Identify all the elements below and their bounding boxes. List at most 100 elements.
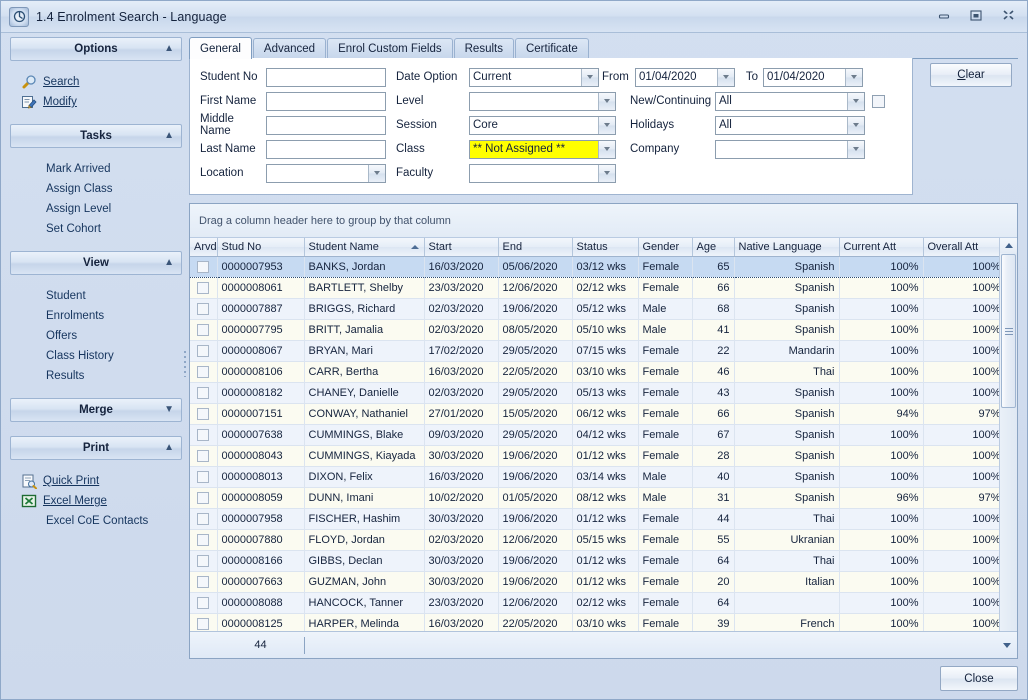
sidebar-item-student[interactable]: Student <box>10 286 182 306</box>
table-row[interactable]: 0000008067BRYAN, Mari17/02/202029/05/202… <box>190 341 1017 362</box>
chevron-down-icon[interactable] <box>598 117 615 134</box>
sidebar-item-modify[interactable]: Modify <box>10 92 182 112</box>
sidebar-item-assign-level[interactable]: Assign Level <box>10 199 182 219</box>
sidebar-item-class-history[interactable]: Class History <box>10 346 182 366</box>
cell-arvd[interactable] <box>190 530 217 551</box>
table-row[interactable]: 0000007663GUZMAN, John30/03/202019/06/20… <box>190 572 1017 593</box>
tab-enrol-custom-fields[interactable]: Enrol Custom Fields <box>327 38 453 59</box>
close-dialog-button[interactable]: Close <box>940 666 1018 691</box>
chevron-down-icon[interactable] <box>368 165 385 182</box>
table-row[interactable]: 0000008088HANCOCK, Tanner23/03/202012/06… <box>190 593 1017 614</box>
column-header-student-name[interactable]: Student Name <box>304 238 424 257</box>
session-combo[interactable]: Core <box>469 116 616 135</box>
class-combo[interactable]: ** Not Assigned ** <box>469 140 616 159</box>
tab-general[interactable]: General <box>189 37 252 59</box>
checkbox-icon[interactable] <box>197 597 209 609</box>
chevron-down-icon[interactable] <box>845 69 862 86</box>
tab-certificate[interactable]: Certificate <box>515 38 589 59</box>
table-row[interactable]: 0000008106CARR, Bertha16/03/202022/05/20… <box>190 362 1017 383</box>
level-combo[interactable] <box>469 92 616 111</box>
cell-arvd[interactable] <box>190 320 217 341</box>
checkbox-icon[interactable] <box>197 555 209 567</box>
cell-arvd[interactable] <box>190 278 217 299</box>
cell-arvd[interactable] <box>190 383 217 404</box>
to-date-combo[interactable]: 01/04/2020 <box>763 68 863 87</box>
sidebar-item-results[interactable]: Results <box>10 366 182 386</box>
scroll-up-button[interactable] <box>1000 238 1017 253</box>
clear-button[interactable]: Clear <box>930 63 1012 87</box>
cell-arvd[interactable] <box>190 299 217 320</box>
cell-arvd[interactable] <box>190 446 217 467</box>
column-header-stud-no[interactable]: Stud No <box>217 238 304 257</box>
cell-arvd[interactable] <box>190 614 217 632</box>
tab-advanced[interactable]: Advanced <box>253 38 326 59</box>
sidebar-panel-merge-header[interactable]: Merge ▼ <box>10 398 182 422</box>
cell-arvd[interactable] <box>190 257 217 278</box>
sidebar-item-mark-arrived[interactable]: Mark Arrived <box>10 159 182 179</box>
holidays-combo[interactable]: All <box>715 116 865 135</box>
date-option-combo[interactable]: Current <box>469 68 599 87</box>
chevron-down-icon[interactable] <box>717 69 734 86</box>
new-continuing-checkbox[interactable] <box>872 95 885 108</box>
first-name-input[interactable] <box>266 92 386 111</box>
grid-vertical-scrollbar[interactable] <box>999 238 1017 631</box>
checkbox-icon[interactable] <box>197 261 209 273</box>
location-combo[interactable] <box>266 164 386 183</box>
cell-arvd[interactable] <box>190 509 217 530</box>
chevron-down-icon[interactable] <box>847 93 864 110</box>
sidebar-item-quick-print[interactable]: Quick Print <box>10 471 182 491</box>
table-row[interactable]: 0000008125HARPER, Melinda16/03/202022/05… <box>190 614 1017 632</box>
table-row[interactable]: 0000007887BRIGGS, Richard02/03/202019/06… <box>190 299 1017 320</box>
checkbox-icon[interactable] <box>197 303 209 315</box>
checkbox-icon[interactable] <box>197 387 209 399</box>
cell-arvd[interactable] <box>190 593 217 614</box>
chevron-down-icon[interactable] <box>598 165 615 182</box>
checkbox-icon[interactable] <box>197 513 209 525</box>
cell-arvd[interactable] <box>190 425 217 446</box>
sidebar-panel-view-header[interactable]: View ▲ <box>10 251 182 275</box>
cell-arvd[interactable] <box>190 404 217 425</box>
cell-arvd[interactable] <box>190 572 217 593</box>
checkbox-icon[interactable] <box>197 534 209 546</box>
sidebar-splitter[interactable] <box>182 37 188 691</box>
scrollbar-thumb[interactable] <box>1001 254 1016 408</box>
cell-arvd[interactable] <box>190 551 217 572</box>
student-no-input[interactable] <box>266 68 386 87</box>
faculty-combo[interactable] <box>469 164 616 183</box>
table-row[interactable]: 0000008166GIBBS, Declan30/03/202019/06/2… <box>190 551 1017 572</box>
table-row[interactable]: 0000008059DUNN, Imani10/02/202001/05/202… <box>190 488 1017 509</box>
checkbox-icon[interactable] <box>197 345 209 357</box>
sidebar-item-assign-class[interactable]: Assign Class <box>10 179 182 199</box>
sidebar-item-offers[interactable]: Offers <box>10 326 182 346</box>
checkbox-icon[interactable] <box>197 282 209 294</box>
sidebar-panel-options-header[interactable]: Options ▲ <box>10 37 182 61</box>
from-date-combo[interactable]: 01/04/2020 <box>635 68 735 87</box>
cell-arvd[interactable] <box>190 467 217 488</box>
checkbox-icon[interactable] <box>197 576 209 588</box>
table-row[interactable]: 0000008043CUMMINGS, Kiayada30/03/202019/… <box>190 446 1017 467</box>
chevron-down-icon[interactable] <box>581 69 598 86</box>
sidebar-item-set-cohort[interactable]: Set Cohort <box>10 219 182 239</box>
column-header-native-language[interactable]: Native Language <box>734 238 839 257</box>
last-name-input[interactable] <box>266 140 386 159</box>
table-row[interactable]: 0000007638CUMMINGS, Blake09/03/202029/05… <box>190 425 1017 446</box>
column-header-arvd[interactable]: Arvd <box>190 238 217 257</box>
cell-arvd[interactable] <box>190 341 217 362</box>
table-row[interactable]: 0000007795BRITT, Jamalia02/03/202008/05/… <box>190 320 1017 341</box>
sidebar-item-excel-merge[interactable]: Excel Merge <box>10 491 182 511</box>
column-header-overall-att[interactable]: Overall Att <box>923 238 1005 257</box>
minimize-button[interactable] <box>929 4 959 26</box>
checkbox-icon[interactable] <box>197 450 209 462</box>
chevron-down-icon[interactable] <box>598 141 615 158</box>
table-row[interactable]: 0000008061BARTLETT, Shelby23/03/202012/0… <box>190 278 1017 299</box>
column-header-age[interactable]: Age <box>692 238 734 257</box>
group-by-bar[interactable]: Drag a column header here to group by th… <box>190 204 1017 238</box>
chevron-down-icon[interactable] <box>847 117 864 134</box>
close-button[interactable] <box>993 4 1023 26</box>
middle-name-input[interactable] <box>266 116 386 135</box>
footer-scroll-down-button[interactable] <box>997 632 1017 658</box>
sidebar-item-excel-coe-contacts[interactable]: Excel CoE Contacts <box>10 511 182 531</box>
checkbox-icon[interactable] <box>197 471 209 483</box>
checkbox-icon[interactable] <box>197 324 209 336</box>
checkbox-icon[interactable] <box>197 492 209 504</box>
